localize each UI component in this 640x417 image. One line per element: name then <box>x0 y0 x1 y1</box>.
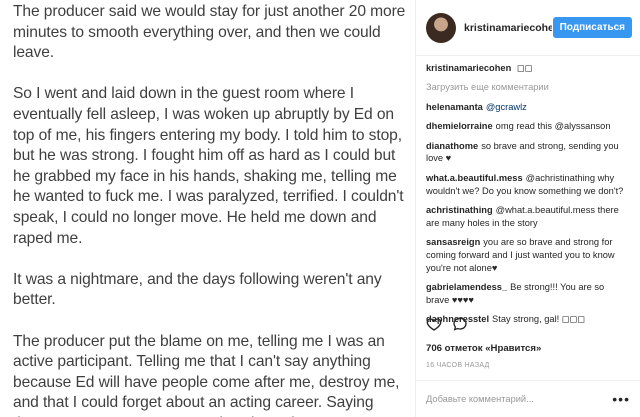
more-options-icon[interactable]: ••• <box>612 391 630 407</box>
add-comment-bar: ••• <box>416 380 640 417</box>
story-paragraph: The producer put the blame on me, tellin… <box>13 332 400 417</box>
story-paragraph: The producer said we would stay for just… <box>13 3 406 62</box>
caption: kristinamariecohen ◻◻ <box>426 62 630 75</box>
story-paragraph: It was a nightmare, and the days followi… <box>13 270 382 309</box>
comment-item: helenamanta @gcrawlz <box>426 101 630 114</box>
post-sidebar: kristinamariecohe Подписаться kristinama… <box>415 0 640 417</box>
comment-item: achristinathing @what.a.beautiful.mess th… <box>426 204 630 229</box>
comment-item: sansasreign you are so brave and strong f… <box>426 236 630 274</box>
comment-item: what.a.beautiful.mess @achristinathing wh… <box>426 172 630 197</box>
comment-icon[interactable] <box>452 316 468 332</box>
caption-author[interactable]: kristinamariecohen <box>426 63 511 73</box>
story-text: The producer said we would stay for just… <box>0 0 408 417</box>
comment-author[interactable]: gabrielamendess_ <box>426 282 507 292</box>
comment-text: omg read this @alyssanson <box>495 121 611 132</box>
story-paragraph: So I went and laid down in the guest roo… <box>13 85 404 247</box>
comment-author[interactable]: what.a.beautiful.mess <box>426 173 523 183</box>
post-header: kristinamariecohe Подписаться <box>416 0 640 56</box>
follow-button[interactable]: Подписаться <box>552 17 632 38</box>
comment-author[interactable]: dianathome <box>426 141 478 151</box>
comment-text: Stay strong, gal! ◻◻◻ <box>492 314 585 325</box>
comment-item: dianathome so brave and strong, sending y… <box>426 140 630 165</box>
post-image: The producer said we would stay for just… <box>0 0 415 417</box>
comment-author[interactable]: helenamanta <box>426 102 483 112</box>
heart-icon[interactable] <box>426 316 442 332</box>
post-actions <box>426 316 468 332</box>
comment-author[interactable]: dhemielorraine <box>426 121 493 131</box>
comment-input[interactable] <box>426 394 613 404</box>
post-timestamp: 16 ЧАСОВ НАЗАД <box>426 362 490 369</box>
comment-author[interactable]: achristinathing <box>426 205 493 215</box>
comment-text: @gcrawlz <box>485 101 527 112</box>
caption-text: ◻◻ <box>516 63 533 73</box>
avatar[interactable] <box>426 12 456 43</box>
comment-item: gabrielamendess_ Be strong!!! You are so … <box>426 281 630 306</box>
comment-item: dhemielorraine omg read this @alyssanson <box>426 120 630 133</box>
comment-author[interactable]: sansasreign <box>426 237 480 247</box>
likes-count[interactable]: 706 отметок «Нравится» <box>426 343 541 354</box>
username-link[interactable]: kristinamariecohe <box>464 22 552 34</box>
load-more-comments-link[interactable]: Загрузить еще комментарии <box>426 82 630 92</box>
comment-list: kristinamariecohen ◻◻ Загрузить еще комм… <box>416 56 640 326</box>
